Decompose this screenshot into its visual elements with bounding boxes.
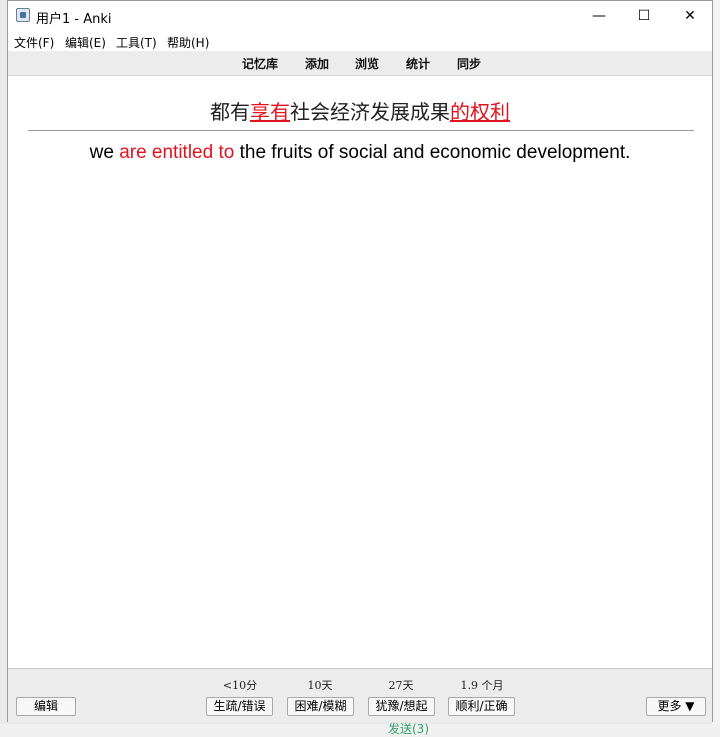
toolbar-decks[interactable]: 记忆库 xyxy=(242,55,278,72)
background-send-text: 发送(3) xyxy=(388,722,429,736)
anki-app-icon xyxy=(16,8,30,22)
answer-text-1: we xyxy=(89,142,120,163)
menu-help[interactable]: 帮助(H) xyxy=(167,34,209,51)
title-bar[interactable]: 用户1 - Anki — ☐ ✕ xyxy=(8,1,712,31)
answer-again-button[interactable]: 生疏/错误 xyxy=(206,697,273,716)
toolbar-sync[interactable]: 同步 xyxy=(457,55,481,72)
menu-file[interactable]: 文件(F) xyxy=(14,34,54,51)
anki-window: 用户1 - Anki — ☐ ✕ 文件(F) 编辑(E) 工具(T) 帮助(H)… xyxy=(7,0,713,722)
menu-tools[interactable]: 工具(T) xyxy=(116,34,157,51)
interval-easy: 1.9 个月 xyxy=(460,679,504,692)
interval-good: 27天 xyxy=(388,679,414,692)
menu-bar: 文件(F) 编辑(E) 工具(T) 帮助(H) xyxy=(8,31,712,51)
answer-good-button[interactable]: 犹豫/想起 xyxy=(368,697,435,716)
question-text-1: 都有 xyxy=(210,100,250,124)
card-answer: we are entitled to the fruits of social … xyxy=(8,142,712,164)
question-highlight-2: 的权利 xyxy=(450,100,510,124)
answer-highlight: are entitled to xyxy=(119,142,235,163)
maximize-button[interactable]: ☐ xyxy=(621,1,667,31)
background-strip xyxy=(0,724,720,737)
window-title: 用户1 - Anki xyxy=(36,12,112,27)
question-text-2: 社会经济发展成果 xyxy=(290,100,450,124)
menu-edit[interactable]: 编辑(E) xyxy=(65,34,106,51)
question-highlight-1: 享有 xyxy=(250,100,290,124)
answer-easy-button[interactable]: 顺利/正确 xyxy=(448,697,515,716)
background-window xyxy=(712,0,720,737)
card-question: 都有享有社会经济发展成果的权利 xyxy=(8,96,712,125)
answer-divider xyxy=(28,130,694,131)
toolbar-stats[interactable]: 统计 xyxy=(406,55,430,72)
edit-button[interactable]: 编辑 xyxy=(16,697,76,716)
toolbar-browse[interactable]: 浏览 xyxy=(355,55,379,72)
answer-hard-button[interactable]: 困难/模糊 xyxy=(287,697,354,716)
main-toolbar: 记忆库 添加 浏览 统计 同步 xyxy=(8,51,712,76)
toolbar-add[interactable]: 添加 xyxy=(305,55,329,72)
answer-text-2: the fruits of social and economic develo… xyxy=(234,142,631,163)
interval-hard: 10天 xyxy=(307,679,333,692)
minimize-button[interactable]: — xyxy=(576,1,622,31)
card-content: 都有享有社会经济发展成果的权利 we are entitled to the f… xyxy=(8,76,712,668)
more-button[interactable]: 更多 ▼ xyxy=(646,697,706,716)
close-button[interactable]: ✕ xyxy=(667,1,713,31)
interval-again: <10分 xyxy=(222,679,258,692)
review-bar: 编辑 <10分 10天 27天 1.9 个月 生疏/错误 困难/模糊 犹豫/想起… xyxy=(8,668,712,722)
